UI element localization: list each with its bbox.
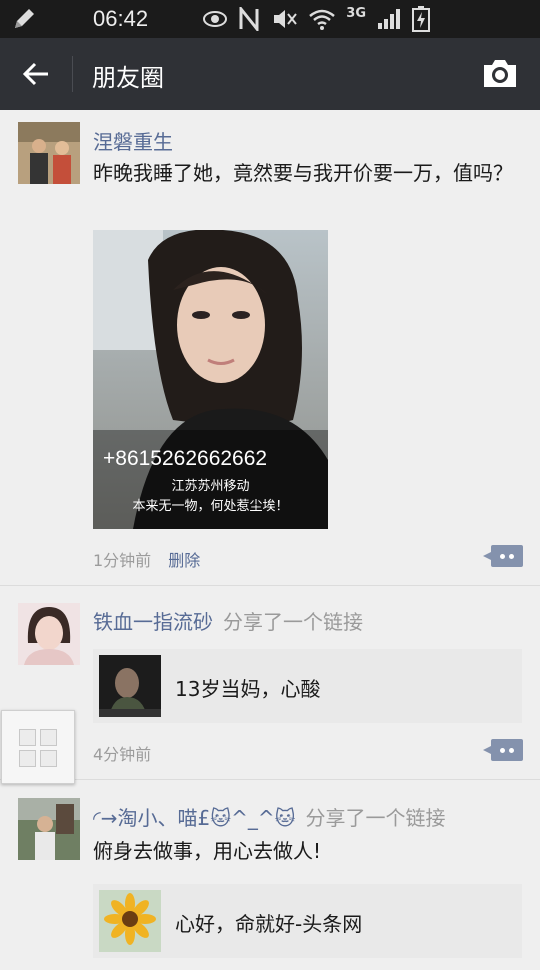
page-title: 朋友圈: [92, 64, 164, 92]
comment-button[interactable]: [483, 739, 523, 761]
post-author[interactable]: 涅磐重生: [93, 126, 173, 155]
post-image[interactable]: +8615262662662 江苏苏州移动 本来无一物，何处惹尘埃！: [93, 230, 328, 529]
post-item: 铁血一指流砂 分享了一个链接 13岁当妈，心酸 4分钟前: [0, 586, 540, 780]
link-thumbnail: [99, 890, 161, 952]
avatar[interactable]: [18, 603, 80, 665]
post-time-text: 1分钟前: [93, 551, 152, 570]
post-time: 1分钟前 删除: [93, 547, 200, 571]
camera-icon[interactable]: [482, 56, 518, 90]
post-time: 4分钟前: [93, 745, 152, 764]
delete-link[interactable]: 删除: [168, 551, 200, 570]
link-title: 心好，命就好-头条网: [175, 912, 363, 936]
pencil-icon: [15, 9, 34, 28]
image-location: 江苏苏州移动: [171, 479, 250, 494]
post-author: ◜→淘小、喵£🐱^_^🐱 分享了一个链接: [93, 802, 445, 831]
link-title: 13岁当妈，心酸: [175, 677, 321, 701]
header-divider: [72, 56, 73, 92]
post-text: 昨晚我睡了她，竟然要与我开价要一万，值吗？: [93, 161, 513, 185]
share-action: 分享了一个链接: [305, 806, 446, 830]
shared-link-card[interactable]: 心好，命就好-头条网: [93, 884, 522, 958]
post-author: 铁血一指流砂 分享了一个链接: [93, 606, 363, 635]
image-phone-number: +8615262662662: [103, 447, 268, 470]
status-bar: 3G 06:42: [0, 0, 540, 38]
post-item: ◜→淘小、喵£🐱^_^🐱 分享了一个链接 俯身去做事，用心去做人! 心好，命就好…: [0, 780, 540, 970]
post-item: 涅磐重生 昨晚我睡了她，竟然要与我开价要一万，值吗？ +861526266266…: [0, 110, 540, 586]
image-caption: 本来无一物，何处惹尘埃！: [132, 499, 289, 514]
share-action: 分享了一个链接: [223, 610, 363, 634]
link-thumbnail: [99, 655, 161, 717]
avatar[interactable]: [18, 798, 80, 860]
avatar[interactable]: [18, 122, 80, 184]
author-name[interactable]: 铁血一指流砂: [93, 610, 213, 634]
shared-link-card[interactable]: 13岁当妈，心酸: [93, 649, 522, 723]
comment-button[interactable]: [483, 545, 523, 567]
back-arrow-icon[interactable]: [20, 58, 52, 90]
clock: 06:42: [93, 6, 149, 31]
moments-feed: 涅磐重生 昨晚我睡了她，竟然要与我开价要一万，值吗？ +861526266266…: [0, 110, 540, 970]
post-text: 俯身去做事，用心去做人!: [93, 839, 322, 863]
app-header: 朋友圈: [0, 38, 540, 110]
author-name[interactable]: ◜→淘小、喵£🐱^_^🐱: [93, 806, 295, 830]
floating-grid-button[interactable]: [1, 710, 75, 784]
